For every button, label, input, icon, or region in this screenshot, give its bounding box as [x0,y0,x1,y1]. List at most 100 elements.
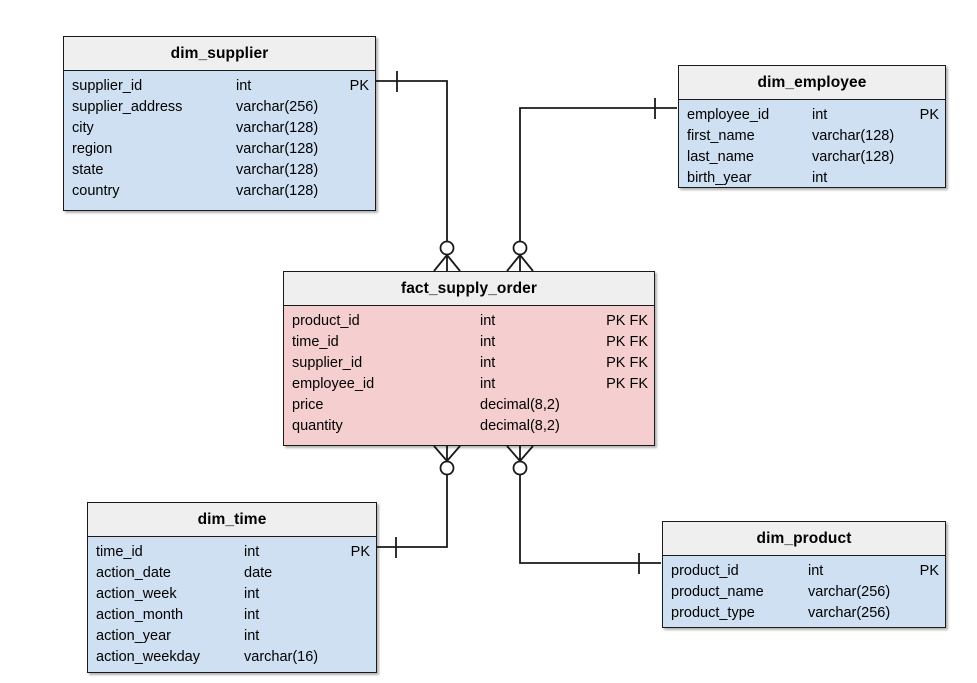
field-type: varchar(256) [236,98,319,115]
entity-title-fact_supply_order: fact_supply_order [284,272,654,306]
field-row[interactable]: state varchar(128) [64,160,375,181]
field-row[interactable]: product_type varchar(256) [663,603,945,624]
field-name: product_id [292,312,360,329]
field-name: action_date [96,564,171,581]
field-name: last_name [687,148,754,165]
field-name: product_id [671,562,739,579]
field-row[interactable]: quantity decimal(8,2) [284,416,654,437]
field-name: product_name [671,583,764,600]
entity-title-dim_supplier: dim_supplier [64,37,375,71]
field-type: varchar(16) [244,648,319,665]
field-row[interactable]: supplier_id int PK FK [284,353,654,374]
field-row[interactable]: action_weekday varchar(16) [88,647,376,668]
field-row[interactable]: country varchar(128) [64,181,375,202]
entity-fields-dim_product: product_id int PK product_name varchar(256) p… [663,556,945,631]
field-key-badge: PK [919,106,939,123]
crowsfoot-employee [506,254,534,272]
field-row[interactable]: employee_id int PK FK [284,374,654,395]
field-row[interactable]: supplier_address varchar(256) [64,97,375,118]
field-key-badge: PK [919,562,939,579]
field-name: action_weekday [96,648,200,665]
field-row[interactable]: action_week int [88,584,376,605]
field-name: city [72,119,94,136]
field-name: country [72,182,120,199]
entity-fields-dim_employee: employee_id int PK first_name varchar(128) la… [679,100,945,196]
field-row[interactable]: time_id int PK FK [284,332,654,353]
field-row[interactable]: last_name varchar(128) [679,147,945,168]
cardinality-zero-circle-time [439,460,455,476]
field-type: varchar(128) [236,119,319,136]
field-row[interactable]: supplier_id int PK [64,76,375,97]
field-name: time_id [96,543,143,560]
crowsfoot-product [506,445,534,462]
field-type: varchar(128) [236,161,319,178]
entity-fields-dim_supplier: supplier_id int PK supplier_address varchar(… [64,71,375,209]
cardinality-zero-circle-product [512,460,528,476]
field-name: time_id [292,333,339,350]
field-type: varchar(256) [808,604,891,621]
field-key-badge: PK [349,77,369,94]
field-row[interactable]: birth_year int [679,168,945,189]
field-row[interactable]: price decimal(8,2) [284,395,654,416]
field-row[interactable]: city varchar(128) [64,118,375,139]
connector-employee-fact [506,98,677,272]
entity-title-dim_time: dim_time [88,503,376,537]
field-row[interactable]: action_date date [88,563,376,584]
field-row[interactable]: employee_id int PK [679,105,945,126]
field-type: int [480,354,496,371]
connector-supplier-fact [376,71,461,272]
field-key-badge: PK FK [606,333,648,350]
connector-time-fact [377,445,461,558]
entity-fact_supply_order[interactable]: fact_supply_order product_id int PK FK time_… [283,271,655,446]
entity-fields-dim_time: time_id int PK action_date date action_week in… [88,537,376,675]
field-type: int [244,585,260,602]
crowsfoot-supplier [433,254,461,272]
field-row[interactable]: action_month int [88,605,376,626]
field-name: employee_id [687,106,770,123]
field-row[interactable]: product_id int PK FK [284,311,654,332]
connector-product-fact [506,445,661,574]
field-type: decimal(8,2) [480,396,560,413]
field-type: int [812,169,828,186]
field-key-badge: PK FK [606,354,648,371]
entity-dim_supplier[interactable]: dim_supplier supplier_id int PK supplier_add… [63,36,376,211]
field-name: product_type [671,604,755,621]
field-type: int [244,606,260,623]
field-type: int [480,333,496,350]
field-row[interactable]: region varchar(128) [64,139,375,160]
field-type: decimal(8,2) [480,417,560,434]
field-type: varchar(128) [812,127,895,144]
field-name: action_week [96,585,177,602]
field-name: supplier_address [72,98,183,115]
field-type: varchar(128) [236,140,319,157]
field-key-badge: PK [350,543,370,560]
field-row[interactable]: product_id int PK [663,561,945,582]
entity-title-dim_product: dim_product [663,522,945,556]
field-type: int [480,375,496,392]
field-row[interactable]: first_name varchar(128) [679,126,945,147]
entity-dim_time[interactable]: dim_time time_id int PK action_date date actio… [87,502,377,673]
field-name: action_month [96,606,184,623]
field-name: state [72,161,104,178]
field-name: price [292,396,324,413]
field-name: supplier_id [72,77,143,94]
field-row[interactable]: action_year int [88,626,376,647]
cardinality-zero-circle-employee [512,240,528,256]
entity-dim_product[interactable]: dim_product product_id int PK product_name va… [662,521,946,628]
field-type: int [812,106,828,123]
entity-title-dim_employee: dim_employee [679,66,945,100]
field-type: int [244,543,260,560]
field-name: action_year [96,627,171,644]
field-name: birth_year [687,169,752,186]
field-type: int [808,562,824,579]
field-key-badge: PK FK [606,312,648,329]
crowsfoot-time [433,445,461,462]
field-type: int [244,627,260,644]
field-row[interactable]: product_name varchar(256) [663,582,945,603]
field-row[interactable]: time_id int PK [88,542,376,563]
field-name: employee_id [292,375,375,392]
field-type: varchar(128) [812,148,895,165]
field-name: first_name [687,127,755,144]
entity-dim_employee[interactable]: dim_employee employee_id int PK first_name va… [678,65,946,188]
field-name: quantity [292,417,343,434]
